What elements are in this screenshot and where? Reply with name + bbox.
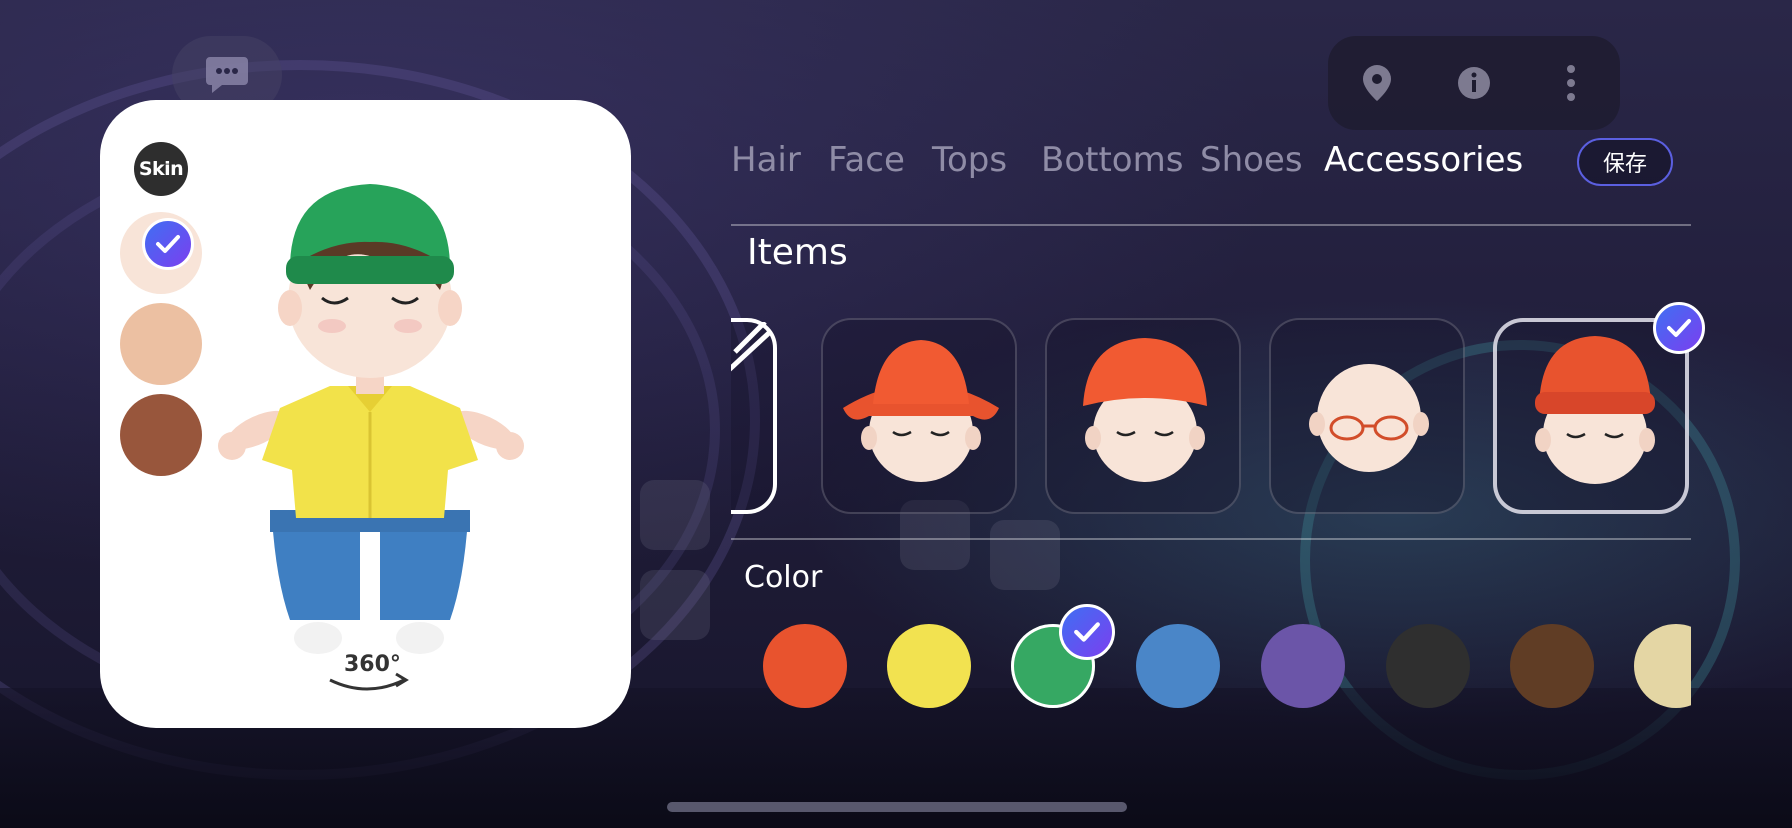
color-swatch[interactable] — [1136, 624, 1220, 708]
rotate-label: 360° — [344, 652, 401, 677]
tab-bottoms[interactable]: Bottoms — [1041, 140, 1183, 180]
tab-hair[interactable]: Hair — [731, 140, 801, 180]
cap-orange-icon — [1083, 338, 1207, 482]
info-button[interactable] — [1444, 53, 1504, 113]
color-selected-check-icon — [1059, 604, 1115, 660]
skin-tone-swatch[interactable] — [120, 394, 202, 476]
color-swatch[interactable] — [1634, 624, 1691, 708]
item-bucket-hat[interactable] — [821, 318, 1017, 514]
color-palette[interactable] — [731, 616, 1691, 716]
glasses-icon — [1309, 364, 1429, 472]
tab-shoes[interactable]: Shoes — [1200, 140, 1303, 180]
item-beanie[interactable] — [1493, 318, 1689, 514]
more-button[interactable] — [1541, 53, 1601, 113]
location-pin-icon — [1362, 65, 1391, 101]
skin-selected-check-icon — [142, 218, 194, 270]
item-selected-check-icon — [1653, 302, 1705, 354]
color-swatch[interactable] — [1510, 624, 1594, 708]
avatar-figure[interactable] — [210, 140, 530, 660]
color-title: Color — [744, 560, 823, 595]
scene-speaker — [640, 570, 710, 640]
item-cap[interactable] — [1045, 318, 1241, 514]
items-title: Items — [747, 232, 848, 273]
color-swatch[interactable] — [763, 624, 847, 708]
none-slash-icon — [731, 322, 772, 372]
tab-tops[interactable]: Tops — [932, 140, 1007, 180]
top-controls — [1328, 36, 1620, 130]
scene-speaker — [640, 480, 710, 550]
beanie-orange-icon — [1535, 336, 1655, 484]
info-icon — [1457, 67, 1490, 99]
skin-tone-swatch[interactable] — [120, 303, 202, 385]
bucket-hat-orange-icon — [843, 340, 999, 482]
more-vertical-icon — [1567, 65, 1576, 101]
location-button[interactable] — [1347, 53, 1407, 113]
divider — [731, 538, 1691, 540]
avatar-preview-card: Skin 360° — [100, 100, 631, 728]
chat-icon — [206, 57, 248, 93]
scene-speaker — [990, 520, 1060, 590]
rotate-360-button[interactable]: 360° — [322, 650, 412, 700]
color-swatch[interactable] — [1261, 624, 1345, 708]
divider — [731, 224, 1691, 226]
save-button[interactable]: 保存 — [1577, 138, 1673, 186]
color-swatch[interactable] — [1386, 624, 1470, 708]
home-indicator[interactable] — [667, 802, 1127, 812]
skin-label: Skin — [138, 158, 184, 180]
skin-button[interactable]: Skin — [134, 142, 188, 196]
tab-accessories[interactable]: Accessories — [1324, 140, 1523, 180]
item-none[interactable] — [731, 318, 777, 514]
item-glasses[interactable] — [1269, 318, 1465, 514]
tab-face[interactable]: Face — [828, 140, 905, 180]
items-list[interactable] — [731, 312, 1691, 522]
color-swatch[interactable] — [887, 624, 971, 708]
